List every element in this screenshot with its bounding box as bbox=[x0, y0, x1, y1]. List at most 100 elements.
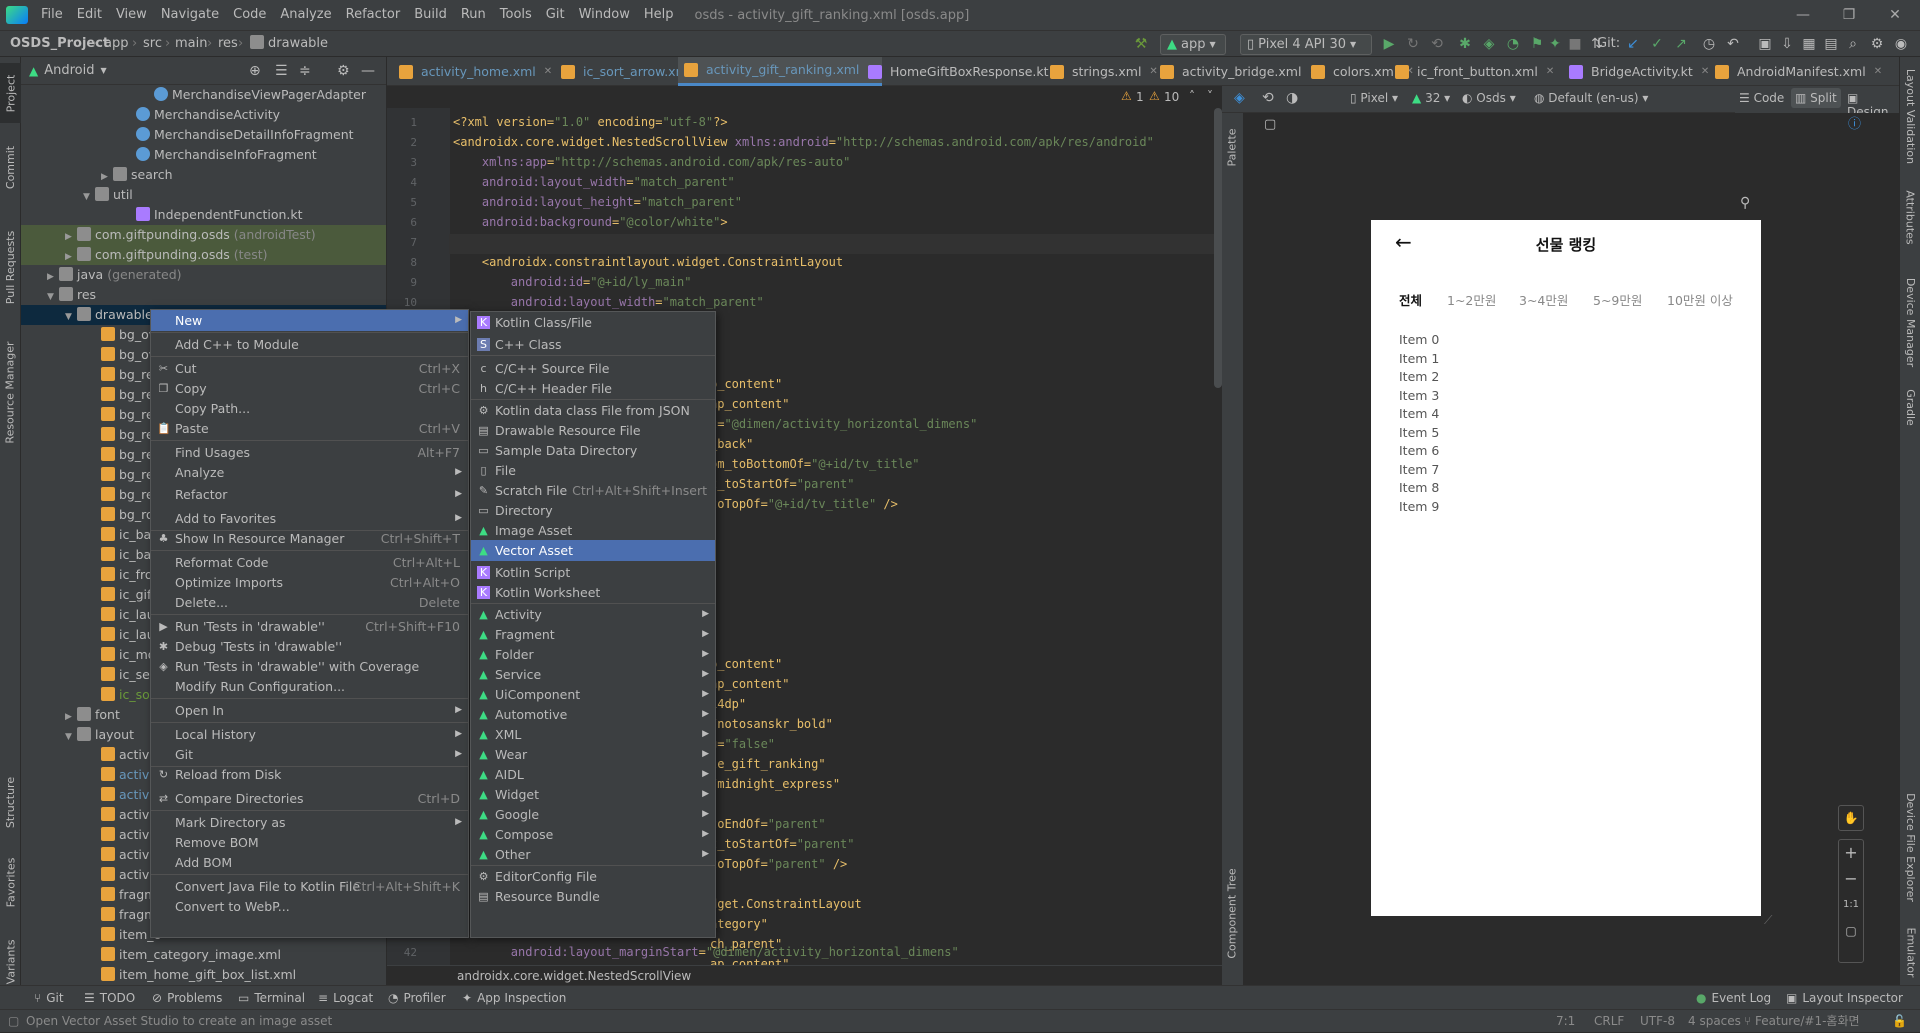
code-line-fragment[interactable]: g="false" bbox=[710, 734, 775, 754]
context-menu-item[interactable]: ✱ Debug 'Tests in 'drawable'' bbox=[151, 636, 468, 657]
collapse-all-icon[interactable]: ☰ bbox=[275, 63, 288, 79]
night-mode-icon[interactable]: ◑ bbox=[1286, 90, 1298, 106]
api-level-select[interactable]: ▲ 32 ▾ bbox=[1412, 91, 1450, 105]
code-line-fragment[interactable]: t="@dimen/activity_horizontal_dimens" bbox=[710, 414, 977, 434]
tool-tab-attributes[interactable]: Attributes bbox=[1900, 177, 1920, 257]
view-mode-code[interactable]: ☰ Code bbox=[1739, 91, 1784, 105]
pin-icon[interactable]: ⚲ bbox=[1740, 195, 1750, 211]
code-line[interactable]: android:id="@+id/ly_main" bbox=[453, 272, 692, 292]
tree-item[interactable]: MerchandiseActivity bbox=[136, 105, 280, 125]
code-line[interactable]: <androidx.constraintlayout.widget.Constr… bbox=[453, 252, 843, 272]
chevron-down-icon[interactable]: ▼ bbox=[101, 66, 107, 75]
editor-tab[interactable]: activity_bridge.xml✕ bbox=[1154, 57, 1324, 86]
new-submenu-item[interactable]: ▲ Folder ▶ bbox=[471, 644, 715, 665]
context-menu-item[interactable]: Add BOM bbox=[151, 852, 468, 873]
tool-tab-structure[interactable]: Structure bbox=[0, 767, 21, 837]
tree-item[interactable]: activi bbox=[101, 785, 153, 805]
hide-icon[interactable]: — bbox=[361, 63, 375, 79]
code-line-fragment[interactable]: t_toStartOf="parent" bbox=[710, 834, 855, 854]
minimize-icon[interactable]: — bbox=[1780, 0, 1826, 30]
menu-run[interactable]: Run bbox=[454, 0, 493, 30]
tool-tab-todo[interactable]: ☰ TODO bbox=[84, 986, 135, 1010]
chevron-right-icon[interactable]: ▶ bbox=[65, 247, 77, 267]
code-line[interactable]: android:layout_marginStart="@dimen/activ… bbox=[453, 942, 959, 962]
new-submenu-item[interactable]: ▭ Directory bbox=[471, 500, 715, 521]
user-icon[interactable]: ◉ bbox=[1892, 35, 1910, 53]
android-debug-icon[interactable]: ✦ bbox=[1546, 35, 1564, 53]
view-mode-split[interactable]: ▥ Split bbox=[1791, 88, 1841, 108]
code-line-fragment[interactable]: p_content" bbox=[710, 654, 782, 674]
tree-item[interactable]: bg_re bbox=[101, 405, 154, 425]
context-menu-item[interactable]: ♣ Show In Resource Manager Ctrl+Shift+T bbox=[151, 528, 468, 549]
resize-handle-icon[interactable]: ⟋ bbox=[1764, 913, 1772, 928]
tree-item[interactable]: bg_ov bbox=[101, 325, 156, 345]
tool-tab-terminal[interactable]: ▭ Terminal bbox=[238, 986, 305, 1010]
git-push-icon[interactable]: ↗ bbox=[1672, 35, 1690, 53]
tree-item[interactable]: bg_ov bbox=[101, 345, 156, 365]
code-line-fragment[interactable]: /midnight_express" bbox=[710, 774, 840, 794]
code-line[interactable]: <androidx.core.widget.NestedScrollView x… bbox=[453, 132, 1154, 152]
tool-tab-commit[interactable]: Commit bbox=[0, 137, 21, 197]
new-submenu-item[interactable]: ⚙ Kotlin data class File from JSON bbox=[471, 400, 715, 421]
tree-item[interactable]: ic_lau bbox=[101, 625, 155, 645]
code-line-fragment[interactable]: toEndOf="parent" bbox=[710, 814, 826, 834]
context-menu-item[interactable]: ↻ Reload from Disk bbox=[151, 764, 468, 785]
close-icon[interactable]: ✕ bbox=[1872, 0, 1918, 30]
new-submenu-item[interactable]: ▲ Automotive ▶ bbox=[471, 704, 715, 725]
profile-icon[interactable]: ◔ bbox=[1504, 35, 1522, 53]
menu-edit[interactable]: Edit bbox=[70, 0, 109, 30]
coverage-icon[interactable]: ◈ bbox=[1480, 35, 1498, 53]
breadcrumb-drawable[interactable]: drawable bbox=[250, 31, 328, 57]
code-line-fragment[interactable]: ch_parent" bbox=[710, 934, 782, 954]
tool-tab-resource-manager[interactable]: Resource Manager bbox=[0, 327, 21, 457]
new-submenu-item[interactable]: ▲ Service ▶ bbox=[471, 664, 715, 685]
tree-item[interactable]: MerchandiseDetailInfoFragment bbox=[136, 125, 354, 145]
apply-code-changes-icon[interactable]: ⟲ bbox=[1428, 35, 1446, 53]
breadcrumb-app[interactable]: app bbox=[104, 31, 128, 57]
tool-tab-gradle[interactable]: Gradle bbox=[1900, 377, 1920, 437]
context-menu-item[interactable]: Open In ▶ bbox=[151, 700, 468, 721]
tool-tab-device-file-explorer[interactable]: Device File Explorer bbox=[1900, 777, 1920, 917]
tree-item[interactable]: bg_re bbox=[101, 425, 154, 445]
code-line-fragment[interactable]: dget.ConstraintLayout bbox=[710, 894, 862, 914]
fit-screen-icon[interactable]: ▢ bbox=[1839, 918, 1863, 944]
menu-build[interactable]: Build bbox=[407, 0, 454, 30]
zoom-out-icon[interactable]: − bbox=[1839, 866, 1863, 892]
context-menu-item[interactable]: Local History ▶ bbox=[151, 724, 468, 745]
weak-warning-icon[interactable]: ⚠ bbox=[1149, 89, 1160, 103]
stop-icon[interactable]: ■ bbox=[1566, 35, 1584, 53]
chevron-right-icon[interactable]: ▶ bbox=[65, 707, 77, 727]
new-submenu-item[interactable]: h C/C++ Header File bbox=[471, 378, 715, 399]
context-menu-item[interactable]: Optimize Imports Ctrl+Alt+O bbox=[151, 572, 468, 593]
code-line-fragment[interactable]: t_toStartOf="parent" bbox=[710, 474, 855, 494]
menu-refactor[interactable]: Refactor bbox=[339, 0, 408, 30]
git-branch[interactable]: ⑂ Feature/#1-홈화면 bbox=[1744, 1010, 1860, 1033]
project-view-select[interactable]: Android bbox=[44, 63, 94, 78]
context-menu-item[interactable]: Git ▶ bbox=[151, 744, 468, 765]
theme-select[interactable]: ◐ Osds ▾ bbox=[1462, 91, 1516, 105]
line-separator[interactable]: CRLF bbox=[1594, 1010, 1624, 1033]
chevron-down-icon[interactable]: ˅ bbox=[1207, 89, 1213, 103]
code-line[interactable]: <?xml version="1.0" encoding="utf-8"?> bbox=[453, 112, 728, 132]
context-menu-item[interactable]: ⇄ Compare Directories Ctrl+D bbox=[151, 788, 468, 809]
tree-item[interactable]: activi bbox=[101, 845, 153, 865]
editor-tab[interactable]: activity_home.xml ✕ bbox=[393, 57, 558, 86]
gear-icon[interactable]: ⚙ bbox=[337, 63, 350, 79]
new-submenu-item[interactable]: ▲ Activity ▶ bbox=[471, 604, 715, 625]
tool-tab-emulator[interactable]: Emulator bbox=[1900, 917, 1920, 987]
code-line-fragment[interactable]: ap_content" bbox=[710, 674, 789, 694]
new-submenu-item[interactable]: K Kotlin Script bbox=[471, 562, 715, 583]
preview-filter-tab[interactable]: 전체 bbox=[1399, 290, 1422, 309]
tree-item[interactable]: MerchandiseInfoFragment bbox=[136, 145, 317, 165]
editor-tab[interactable]: BridgeActivity.kt ✕ bbox=[1563, 57, 1715, 86]
breadcrumb-res[interactable]: res bbox=[218, 31, 238, 57]
menu-file[interactable]: File bbox=[34, 0, 70, 30]
new-submenu-item[interactable]: ▯ File bbox=[471, 460, 715, 481]
tree-item[interactable]: activi bbox=[101, 805, 153, 825]
context-menu-item[interactable]: Add to Favorites ▶ bbox=[151, 508, 468, 529]
close-icon[interactable]: ✕ bbox=[1701, 57, 1709, 86]
chevron-right-icon[interactable]: ▶ bbox=[101, 167, 113, 187]
tree-item[interactable]: item_category_image.xml bbox=[101, 945, 281, 965]
gear-icon[interactable]: ⚙ bbox=[1868, 35, 1886, 53]
close-icon[interactable]: ✕ bbox=[1546, 57, 1554, 86]
